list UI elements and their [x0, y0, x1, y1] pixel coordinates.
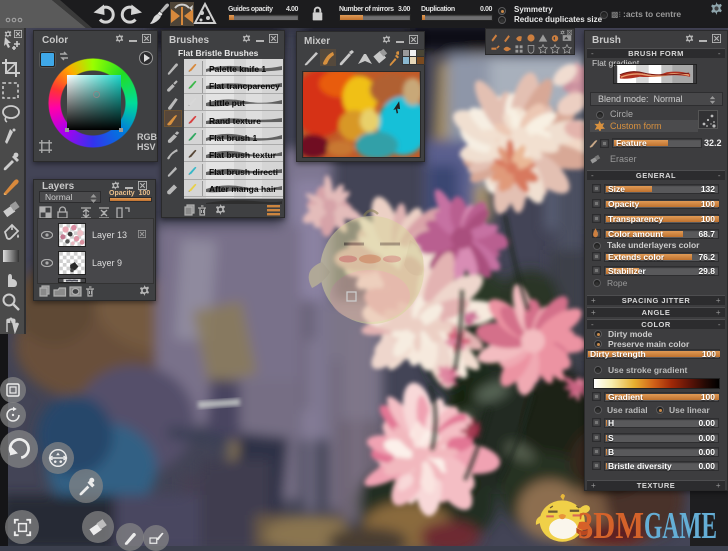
svg-text:3DM: 3DM	[578, 505, 644, 546]
svg-text:GAME: GAME	[644, 505, 717, 546]
